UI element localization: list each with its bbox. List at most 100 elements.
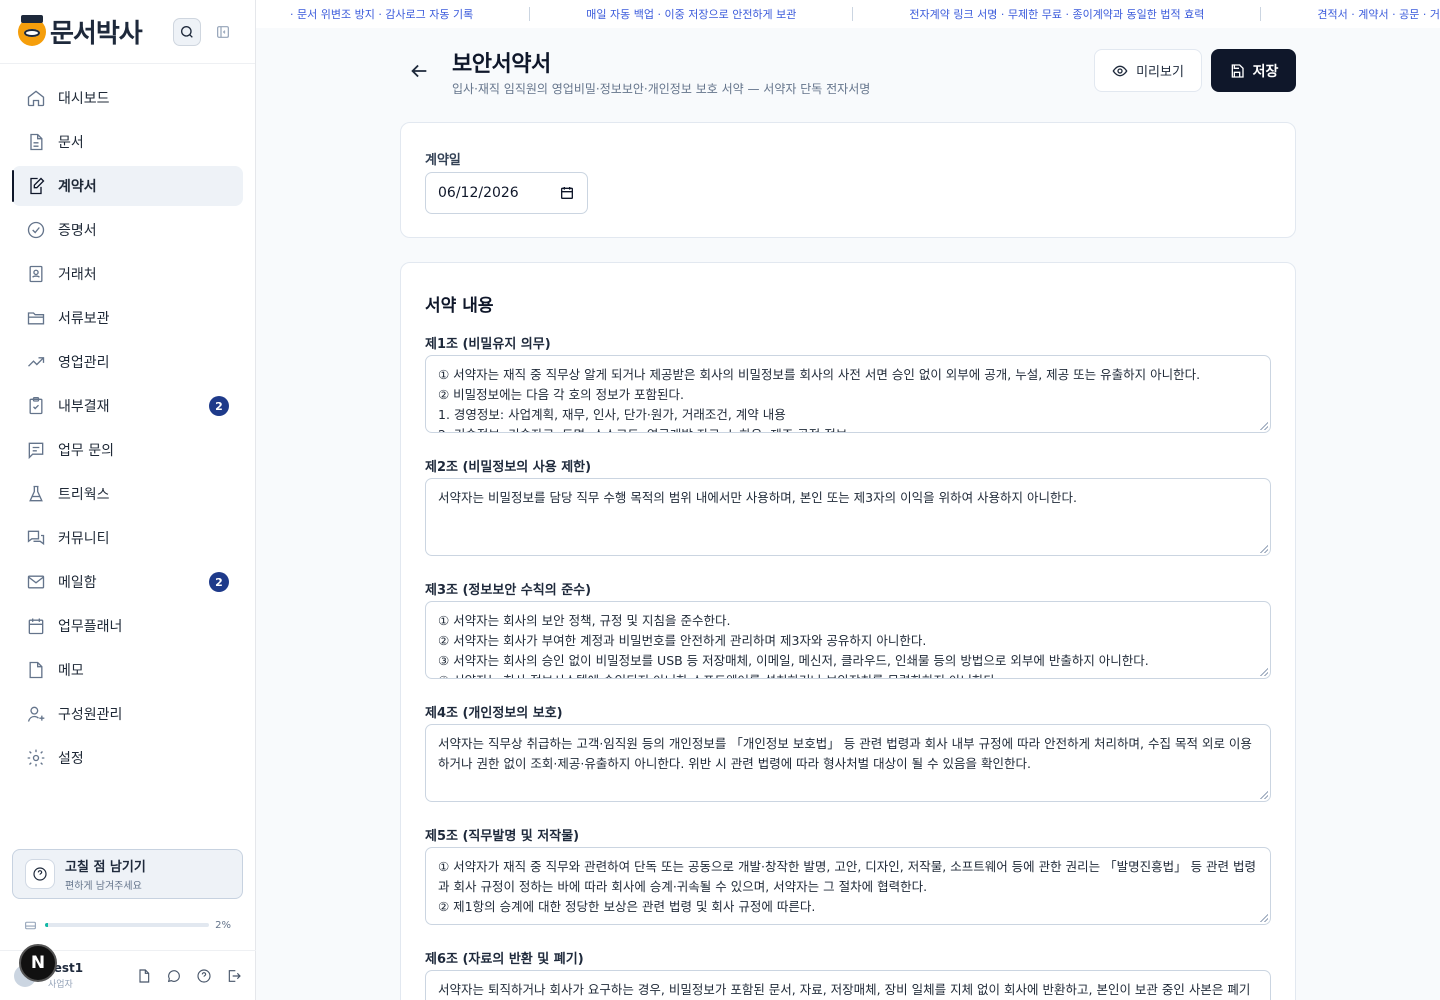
count-badge: 2 [209, 572, 229, 592]
page-title: 보안서약서 [452, 52, 551, 77]
announcement-ticker: · 문서 위변조 방지 · 감사로그 자동 기록 매일 자동 백업 · 이중 저… [256, 0, 1440, 28]
nav-label: 업무플래너 [58, 619, 123, 635]
page-header: 보안서약서 입사·재직 임직원의 영업비밀·정보보안·개인정보 보호 서약 — … [400, 44, 1296, 100]
sidebar-collapse-icon [217, 25, 229, 38]
terms-card: 서약 내용 제1조 (비밀유지 의무) ① 서약자는 재직 중 직무상 알게 되… [400, 262, 1296, 1000]
feedback-button[interactable]: 고칠 점 남기기 편하게 남겨주세요 [12, 849, 243, 899]
clipboard-check-icon [29, 397, 43, 415]
term-textarea[interactable]: 서약자는 퇴직하거나 회사가 요구하는 경우, 비밀정보가 포함된 문서, 자료… [425, 970, 1271, 1000]
chat-bubbles-icon [27, 530, 45, 546]
ticker-item: 전자계약 링크 서명 · 무제한 무료 · 종이계약과 동일한 법적 효력 [909, 8, 1205, 21]
term-label: 제3조 (정보보안 수칙의 준수) [425, 583, 592, 598]
nav-item-certificates[interactable]: 증명서 [12, 210, 243, 250]
term-article-5: 제5조 (직무발명 및 저작물) ① 서약자가 재직 중 직무와 관련하여 단독… [425, 825, 1271, 925]
page-subtitle: 입사·재직 임직원의 영업비밀·정보보안·개인정보 보호 서약 — 서약자 단독… [452, 82, 871, 96]
nav-label: 업무 문의 [58, 443, 114, 459]
nav-item-community[interactable]: 커뮤니티 [12, 518, 243, 558]
logout-icon[interactable] [226, 968, 242, 984]
feedback-title: 고칠 점 남기기 [65, 860, 146, 875]
nav-label: 메일함 [58, 575, 97, 591]
nav-label: 증명서 [58, 223, 97, 239]
term-label: 제2조 (비밀정보의 사용 제한) [425, 460, 592, 475]
calendar-icon [28, 618, 44, 635]
eye-icon [1112, 65, 1128, 76]
contract-date-input[interactable]: 06/12/2026 [425, 172, 588, 214]
next-dev-indicator-button[interactable]: N [19, 944, 57, 982]
help-icon[interactable] [196, 968, 212, 984]
user-plus-icon [27, 706, 45, 722]
owl-logo-icon [18, 14, 46, 46]
nav-item-memo[interactable]: 메모 [12, 650, 243, 690]
nav-item-clients[interactable]: 거래처 [12, 254, 243, 294]
nav-label: 대시보드 [58, 91, 110, 107]
term-article-2: 제2조 (비밀정보의 사용 제한) 서약자는 비밀정보를 담당 직무 수행 목적… [425, 456, 1271, 556]
nav-label: 메모 [58, 663, 84, 679]
brand-name: 문서박사 [50, 19, 143, 49]
ticker-item: 견적서 · 계약서 · 공문 · 거래 [1317, 8, 1440, 21]
nav-item-sales[interactable]: 영업관리 [12, 342, 243, 382]
home-icon [27, 90, 45, 107]
term-textarea[interactable]: ① 서약자는 재직 중 직무상 알게 되거나 제공받은 회사의 비밀정보를 회사… [425, 355, 1271, 433]
nav-item-inquiry[interactable]: 업무 문의 [12, 430, 243, 470]
save-icon [1231, 63, 1244, 78]
nav-label: 내부결재 [58, 399, 110, 415]
trend-up-icon [28, 357, 45, 367]
contract-date-label: 계약일 [425, 153, 461, 168]
nav-item-contracts[interactable]: 계약서 [12, 166, 243, 206]
contact-card-icon [29, 265, 43, 283]
nav-item-dashboard[interactable]: 대시보드 [12, 78, 243, 118]
collapse-sidebar-button[interactable] [209, 18, 237, 46]
help-circle-icon [25, 859, 55, 889]
message-icon [28, 442, 44, 460]
term-article-3: 제3조 (정보보안 수칙의 준수) ① 서약자는 회사의 보안 정책, 규정 및… [425, 579, 1271, 679]
nav-item-documents[interactable]: 문서 [12, 122, 243, 162]
sidebar: 문서박사 대시보드 문서 계약서 증명서 거래처 서류보관 영업관리 내부결재 … [0, 0, 256, 1000]
file-icon[interactable] [136, 968, 152, 984]
term-label: 제6조 (자료의 반환 및 폐기) [425, 952, 584, 967]
save-label: 저장 [1252, 63, 1279, 80]
term-article-6: 제6조 (자료의 반환 및 폐기) 서약자는 퇴직하거나 회사가 요구하는 경우… [425, 948, 1271, 1000]
nav-item-triworks[interactable]: 트리웍스 [12, 474, 243, 514]
nav-label: 계약서 [58, 179, 97, 195]
nav-item-members[interactable]: 구성원관리 [12, 694, 243, 734]
ticker-item: · 문서 위변조 방지 · 감사로그 자동 기록 [290, 8, 474, 21]
preview-button[interactable]: 미리보기 [1094, 49, 1202, 92]
storage-fill [45, 923, 49, 927]
term-article-1: 제1조 (비밀유지 의무) ① 서약자는 재직 중 직무상 알게 되거나 제공받… [425, 333, 1271, 433]
search-button[interactable] [173, 17, 201, 46]
nav-label: 거래처 [58, 267, 97, 283]
back-button[interactable] [408, 60, 430, 82]
nav-item-settings[interactable]: 설정 [12, 738, 243, 778]
nav-item-approval[interactable]: 내부결재 2 [12, 386, 243, 426]
nav-label: 문서 [58, 135, 84, 151]
mail-icon [27, 575, 45, 589]
gear-icon [27, 749, 45, 767]
chat-icon[interactable] [166, 968, 182, 984]
nav-item-mail[interactable]: 메일함 2 [12, 562, 243, 602]
certificate-check-icon [27, 221, 45, 239]
storage-usage: 2% [12, 912, 243, 938]
count-badge: 2 [209, 396, 229, 416]
contract-date-value: 06/12/2026 [438, 185, 519, 201]
term-textarea[interactable]: 서약자는 비밀정보를 담당 직무 수행 목적의 범위 내에서만 사용하며, 본인… [425, 478, 1271, 556]
term-label: 제4조 (개인정보의 보호) [425, 706, 563, 721]
nav-label: 구성원관리 [58, 707, 123, 723]
feedback-subtitle: 편하게 남겨주세요 [65, 881, 142, 892]
document-icon [30, 133, 43, 151]
contract-edit-icon [30, 177, 45, 195]
term-textarea[interactable]: 서약자는 직무상 취급하는 고객·임직원 등의 개인정보를 「개인정보 보호법」… [425, 724, 1271, 802]
calendar-icon[interactable] [559, 185, 575, 201]
arrow-left-icon [411, 64, 427, 78]
nav-item-planner[interactable]: 업무플래너 [12, 606, 243, 646]
brand-bar: 문서박사 [0, 0, 255, 64]
storage-percent: 2% [215, 919, 231, 931]
save-button[interactable]: 저장 [1211, 49, 1296, 92]
nav-label: 트리웍스 [58, 487, 110, 503]
term-textarea[interactable]: ① 서약자는 회사의 보안 정책, 규정 및 지침을 준수한다. ② 서약자는 … [425, 601, 1271, 679]
main-nav: 대시보드 문서 계약서 증명서 거래처 서류보관 영업관리 내부결재 2 업무 … [0, 64, 255, 778]
term-label: 제1조 (비밀유지 의무) [425, 337, 551, 352]
nav-item-archive[interactable]: 서류보관 [12, 298, 243, 338]
nav-label: 영업관리 [58, 355, 110, 371]
nav-label: 설정 [58, 751, 84, 767]
term-textarea[interactable]: ① 서약자가 재직 중 직무와 관련하여 단독 또는 공동으로 개발·창작한 발… [425, 847, 1271, 925]
